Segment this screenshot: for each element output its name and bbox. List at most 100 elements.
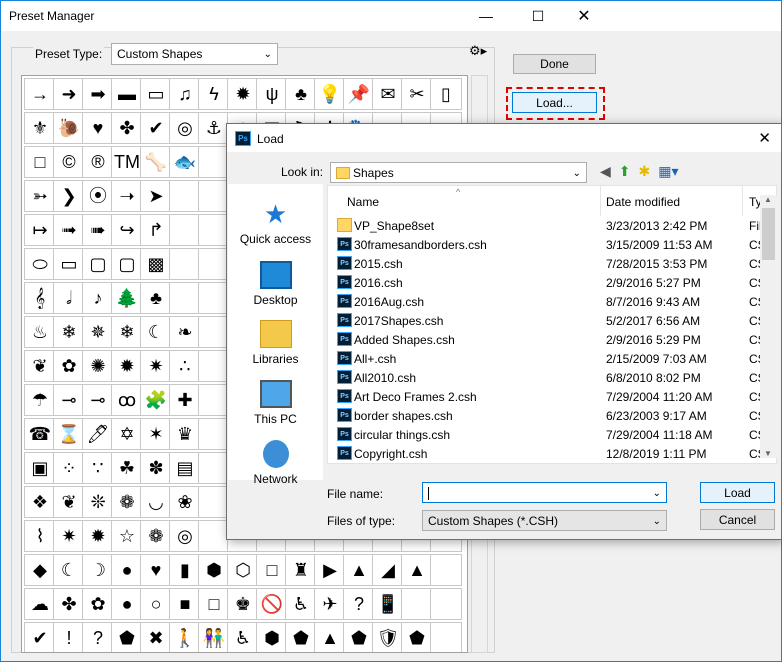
scroll-down-icon[interactable]: ▼ [764, 449, 772, 458]
done-button[interactable]: Done [513, 54, 596, 74]
shape-thumbnail[interactable]: ◆ [24, 554, 56, 586]
shape-thumbnail[interactable] [430, 622, 462, 652]
shape-thumbnail[interactable]: ✤ [53, 588, 85, 620]
file-list-scrollbar[interactable]: ▲ ▼ [760, 195, 777, 458]
new-folder-icon[interactable]: ✱ [639, 163, 651, 180]
shape-thumbnail[interactable]: ♜ [285, 554, 317, 586]
shape-thumbnail[interactable]: ⬟ [111, 622, 143, 652]
shape-thumbnail[interactable]: 🖊 [82, 418, 114, 450]
shape-thumbnail[interactable]: ✖ [140, 622, 172, 652]
shape-thumbnail[interactable]: ▮ [169, 554, 201, 586]
shape-thumbnail[interactable]: ■ [169, 588, 201, 620]
shape-thumbnail[interactable]: ∴ [169, 350, 201, 382]
shape-thumbnail[interactable]: ? [343, 588, 375, 620]
shape-thumbnail[interactable]: ✂ [401, 78, 433, 110]
shape-thumbnail[interactable]: ▲ [314, 622, 346, 652]
file-row[interactable]: Ps 2016.csh 2/9/2016 5:27 PM CS [328, 273, 765, 292]
shape-thumbnail[interactable]: TM [111, 146, 143, 178]
shape-thumbnail[interactable]: ❁ [111, 486, 143, 518]
shape-thumbnail[interactable]: ⬢ [256, 622, 288, 652]
shape-thumbnail[interactable]: 📱 [372, 588, 404, 620]
shape-thumbnail[interactable]: 🚫 [256, 588, 288, 620]
shape-thumbnail[interactable]: ◢ [372, 554, 404, 586]
shape-thumbnail[interactable]: ▢ [111, 248, 143, 280]
shape-thumbnail[interactable]: 🐌 [53, 112, 85, 144]
shape-thumbnail[interactable] [169, 282, 201, 314]
shape-thumbnail[interactable]: ⁘ [53, 452, 85, 484]
gear-icon[interactable]: ⚙▸ [469, 43, 487, 59]
shape-thumbnail[interactable]: 💡 [314, 78, 346, 110]
shape-thumbnail[interactable]: ♿ [285, 588, 317, 620]
shape-thumbnail[interactable]: ♣ [140, 282, 172, 314]
shape-thumbnail[interactable]: ψ [256, 78, 288, 110]
shape-thumbnail[interactable]: ✹ [111, 350, 143, 382]
file-row[interactable]: Ps All2010.csh 6/8/2010 8:02 PM CS [328, 368, 765, 387]
shape-thumbnail[interactable]: ◎ [169, 112, 201, 144]
shape-thumbnail[interactable]: □ [256, 554, 288, 586]
shape-thumbnail[interactable]: ➠ [82, 214, 114, 246]
shape-thumbnail[interactable]: 🧩 [140, 384, 172, 416]
shape-thumbnail[interactable]: ♚ [227, 588, 259, 620]
shape-thumbnail[interactable]: ✔ [140, 112, 172, 144]
shape-thumbnail[interactable]: ✹ [82, 520, 114, 552]
shape-thumbnail[interactable]: ♿ [227, 622, 259, 652]
scroll-thumb[interactable] [762, 208, 775, 260]
shape-thumbnail[interactable]: ❯ [53, 180, 85, 212]
shape-thumbnail[interactable]: ☾ [53, 554, 85, 586]
shape-thumbnail[interactable]: ▣ [24, 452, 56, 484]
shape-thumbnail[interactable]: ✉ [372, 78, 404, 110]
shape-thumbnail[interactable]: ▯ [430, 78, 462, 110]
shape-thumbnail[interactable]: ✡ [111, 418, 143, 450]
maximize-icon[interactable]: ☐ [515, 1, 561, 31]
shape-thumbnail[interactable]: ✽ [140, 452, 172, 484]
shape-thumbnail[interactable]: ▲ [401, 554, 433, 586]
shape-thumbnail[interactable]: ⬟ [343, 622, 375, 652]
shape-thumbnail[interactable]: 𝄞 [24, 282, 56, 314]
shape-thumbnail[interactable] [430, 588, 462, 620]
shape-thumbnail[interactable]: © [53, 146, 85, 178]
shape-thumbnail[interactable]: ❄ [111, 316, 143, 348]
shape-thumbnail[interactable]: ➟ [53, 214, 85, 246]
shape-thumbnail[interactable] [169, 180, 201, 212]
shape-thumbnail[interactable]: → [24, 78, 56, 110]
shape-thumbnail[interactable] [430, 554, 462, 586]
up-folder-icon[interactable]: ⬆ [619, 163, 631, 180]
shape-thumbnail[interactable]: ▩ [140, 248, 172, 280]
shape-thumbnail[interactable]: ⬭ [24, 248, 56, 280]
shape-thumbnail[interactable]: 📌 [343, 78, 375, 110]
shape-thumbnail[interactable]: ⬟ [401, 622, 433, 652]
shape-thumbnail[interactable]: ✿ [82, 588, 114, 620]
place-this-pc[interactable]: This PC [228, 380, 323, 426]
shape-thumbnail[interactable]: ● [111, 554, 143, 586]
shape-thumbnail[interactable]: ❦ [24, 350, 56, 382]
load-button[interactable]: Load [700, 482, 775, 503]
shape-thumbnail[interactable]: ◡ [140, 486, 172, 518]
shape-thumbnail[interactable]: ⦿ [82, 180, 114, 212]
shape-thumbnail[interactable]: ✚ [169, 384, 201, 416]
shape-thumbnail[interactable]: ⬡ [227, 554, 259, 586]
shape-thumbnail[interactable]: ® [82, 146, 114, 178]
preset-type-select[interactable]: Custom Shapes ⌄ [111, 43, 278, 65]
file-row[interactable]: Ps 2017Shapes.csh 5/2/2017 6:56 AM CS [328, 311, 765, 330]
shape-thumbnail[interactable]: ✈ [314, 588, 346, 620]
shape-thumbnail[interactable]: ✔ [24, 622, 56, 652]
shape-thumbnail[interactable]: ♣ [285, 78, 317, 110]
shape-thumbnail[interactable]: ✤ [111, 112, 143, 144]
shape-thumbnail[interactable]: ✹ [227, 78, 259, 110]
shape-thumbnail[interactable]: ✵ [82, 316, 114, 348]
shape-thumbnail[interactable]: ! [53, 622, 85, 652]
place-desktop[interactable]: Desktop [228, 261, 323, 307]
file-row[interactable]: Ps 30framesandborders.csh 3/15/2009 11:53 … [328, 235, 765, 254]
place-quick-access[interactable]: ★ Quick access [228, 200, 323, 246]
shape-thumbnail[interactable]: ↱ [140, 214, 172, 246]
load-preset-button[interactable]: Load... [512, 92, 597, 113]
files-of-type-select[interactable]: Custom Shapes (*.CSH) ⌄ [422, 510, 667, 531]
look-in-select[interactable]: Shapes ⌄ [330, 162, 587, 183]
shape-thumbnail[interactable]: ▶ [314, 554, 346, 586]
shape-thumbnail[interactable]: ▭ [140, 78, 172, 110]
shape-thumbnail[interactable]: ♫ [169, 78, 201, 110]
shape-thumbnail[interactable]: ➝ [111, 180, 143, 212]
shape-thumbnail[interactable]: ☂ [24, 384, 56, 416]
shape-thumbnail[interactable]: □ [198, 588, 230, 620]
place-network[interactable]: Network [228, 440, 323, 486]
